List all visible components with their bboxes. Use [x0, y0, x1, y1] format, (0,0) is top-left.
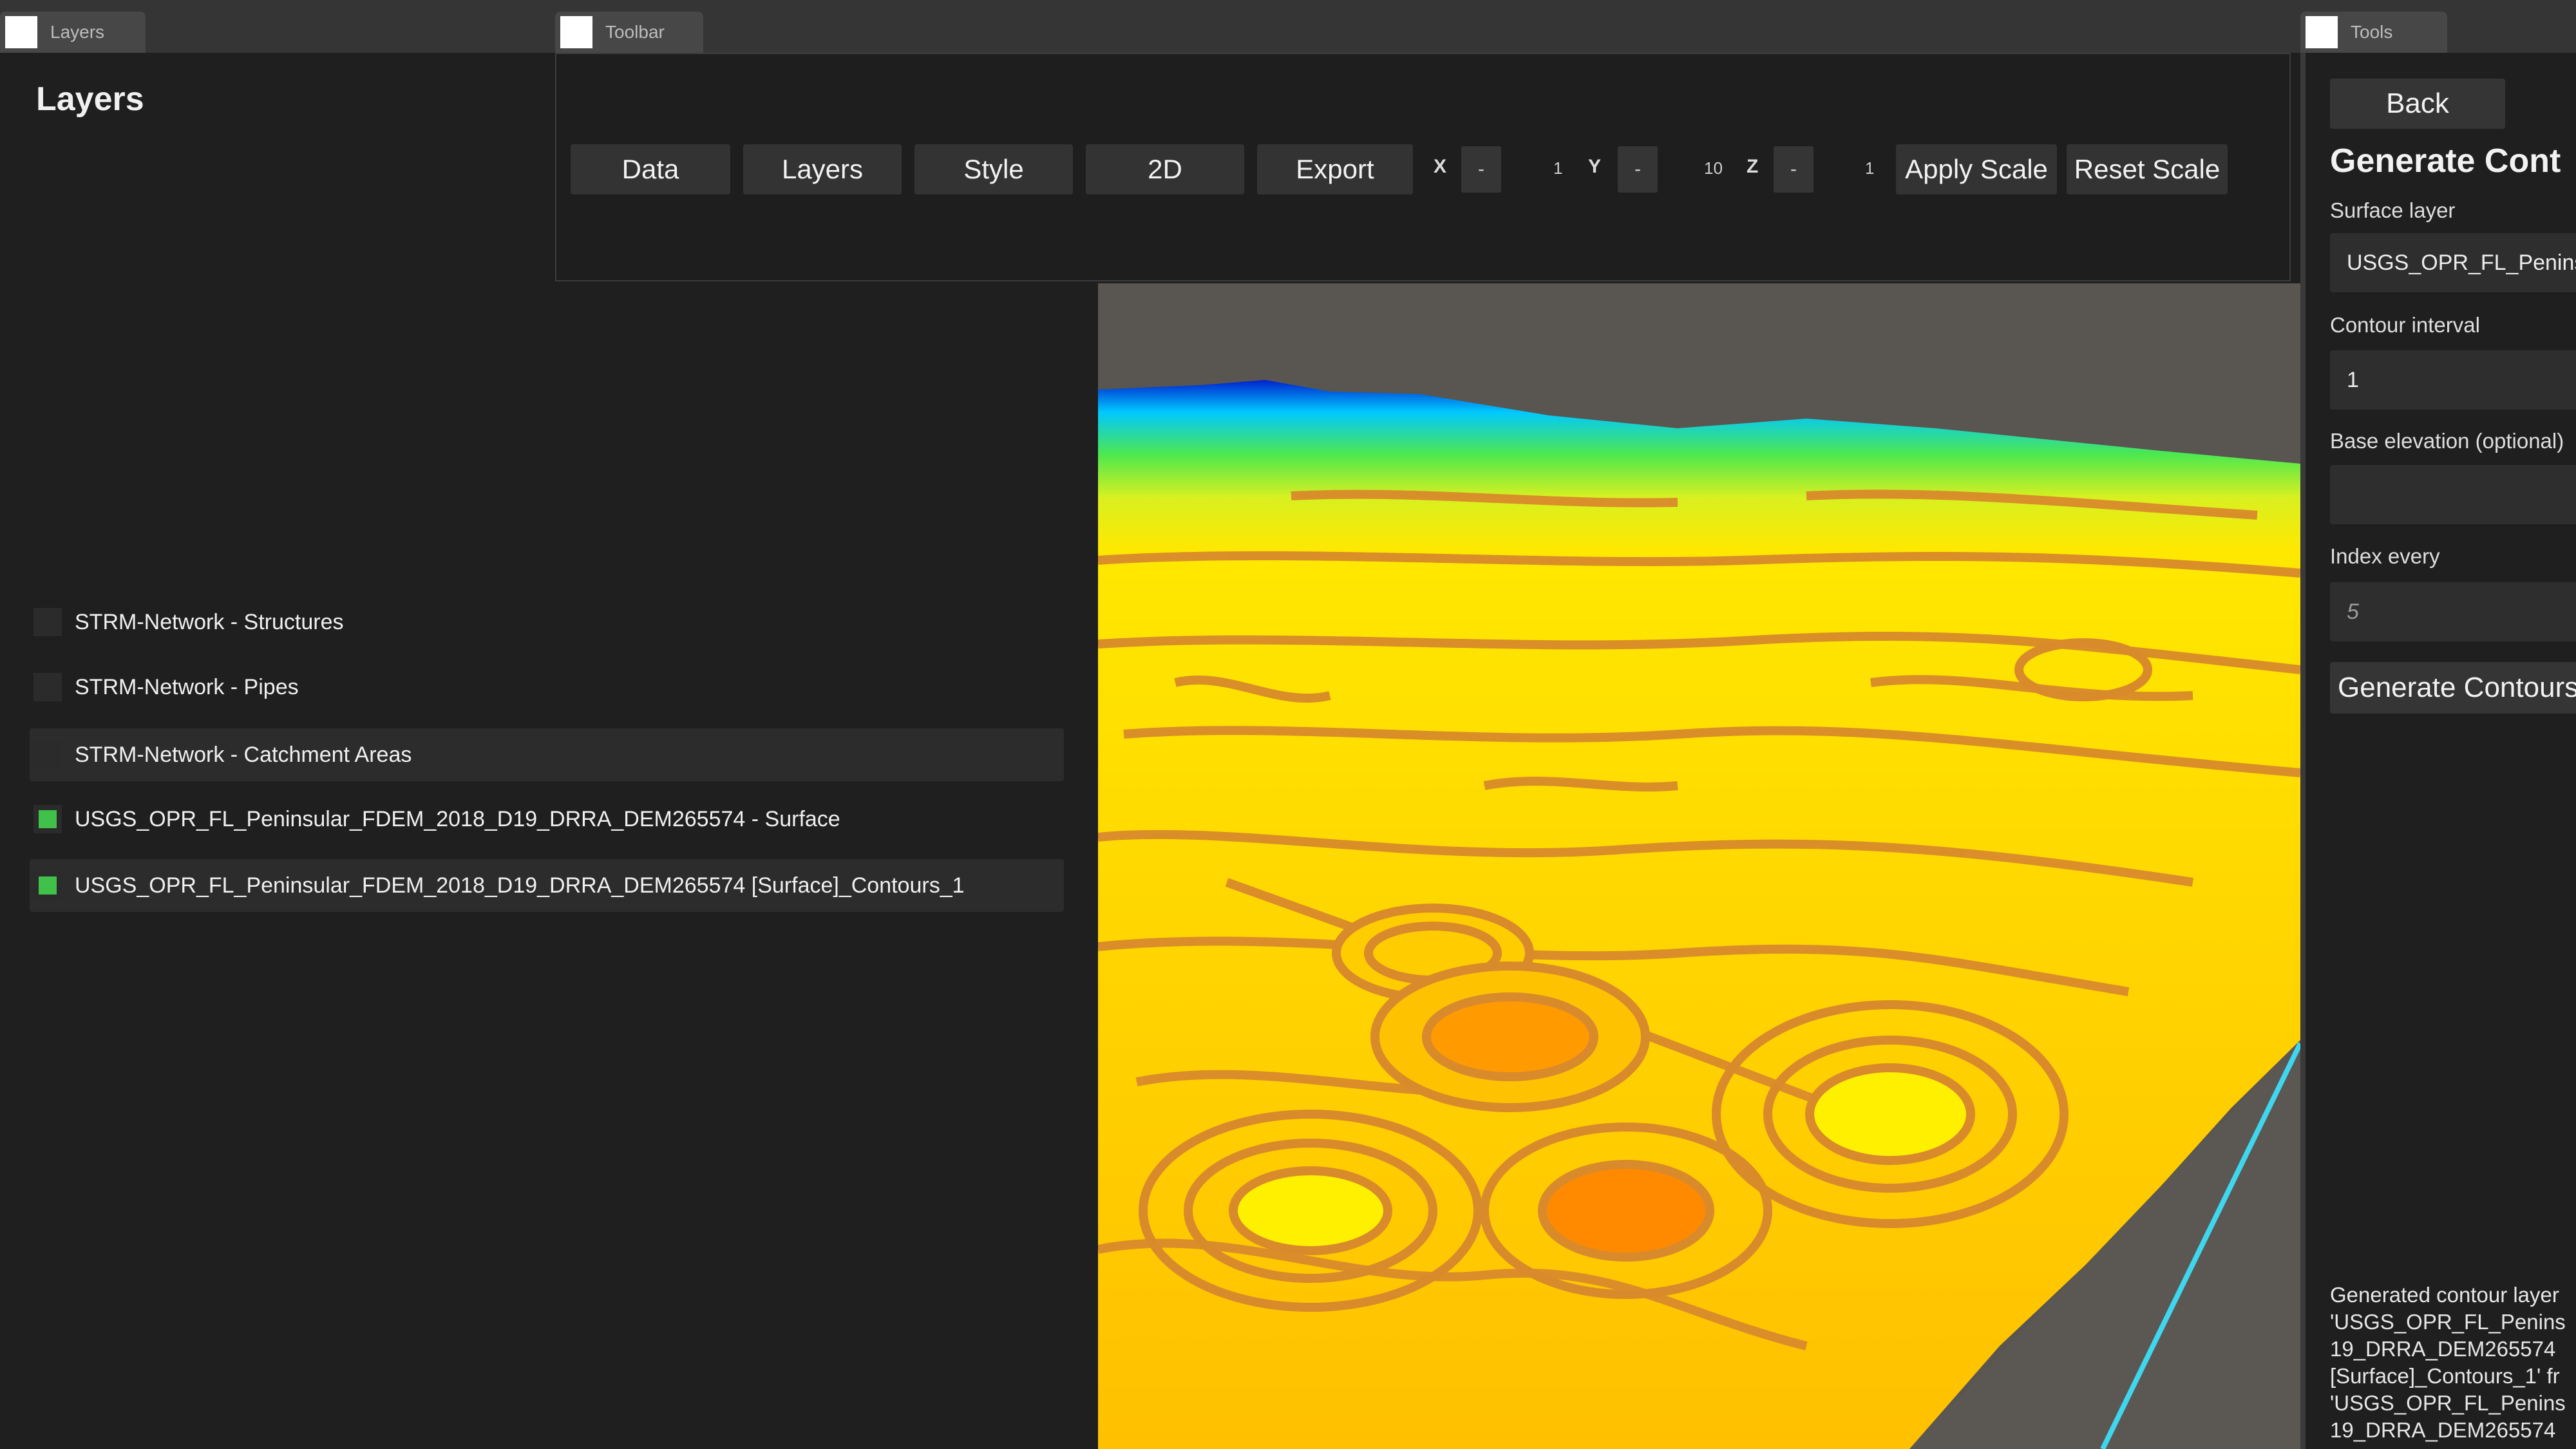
- base-elevation-input[interactable]: [2330, 465, 2576, 524]
- dock-tab-layers[interactable]: Layers: [0, 12, 146, 53]
- layer-item-structures[interactable]: STRM-Network - Structures: [30, 596, 1064, 649]
- reset-scale-button[interactable]: Reset Scale: [2067, 144, 2228, 194]
- layer-label: STRM-Network - Catchment Areas: [75, 742, 412, 767]
- layer-item-contours[interactable]: USGS_OPR_FL_Peninsular_FDEM_2018_D19_DRR…: [30, 859, 1064, 912]
- surface-layer-label: Surface layer: [2330, 198, 2456, 222]
- index-every-input[interactable]: 5: [2330, 582, 2576, 641]
- scale-z-stepper[interactable]: -: [1774, 146, 1814, 193]
- scale-z-value[interactable]: 1: [1865, 158, 1874, 178]
- dock-tab-icon: [2306, 16, 2338, 48]
- layer-visibility-checkbox[interactable]: [33, 741, 62, 769]
- view-2d-button[interactable]: 2D: [1086, 144, 1244, 194]
- layer-visibility-checkbox[interactable]: [33, 608, 62, 636]
- surface-layer-select[interactable]: USGS_OPR_FL_Peninsul: [2330, 233, 2576, 292]
- data-button[interactable]: Data: [571, 144, 730, 194]
- tools-panel: Back Generate Cont Surface layer USGS_OP…: [2300, 53, 2576, 1449]
- base-elevation-label: Base elevation (optional): [2330, 429, 2564, 453]
- layer-visibility-checkbox[interactable]: [33, 673, 62, 701]
- layers-button[interactable]: Layers: [743, 144, 902, 194]
- scale-z-label: Z: [1747, 156, 1759, 177]
- tools-panel-title: Generate Cont: [2330, 142, 2561, 180]
- dock-tab-icon: [560, 16, 592, 48]
- dock-tab-icon: [5, 16, 37, 48]
- toolbar-panel: Data Layers Style 2D Export X - 1 Y - 10…: [555, 53, 2291, 281]
- 3d-viewport[interactable]: [1098, 283, 2300, 1449]
- export-button[interactable]: Export: [1257, 144, 1413, 194]
- layer-label: USGS_OPR_FL_Peninsular_FDEM_2018_D19_DRR…: [75, 873, 965, 898]
- style-button[interactable]: Style: [914, 144, 1073, 194]
- layer-label: STRM-Network - Pipes: [75, 674, 299, 699]
- scale-y-label: Y: [1588, 156, 1602, 177]
- generate-contours-button[interactable]: Generate Contours: [2330, 662, 2576, 714]
- dock-tab-label: Layers: [50, 22, 105, 42]
- layer-item-surface[interactable]: USGS_OPR_FL_Peninsular_FDEM_2018_D19_DRR…: [30, 793, 1064, 846]
- terrain-render: [1098, 380, 2300, 1449]
- dock-tab-tools[interactable]: Tools: [2300, 12, 2447, 53]
- scale-x-stepper[interactable]: -: [1461, 146, 1501, 193]
- layers-panel-title: Layers: [36, 80, 144, 118]
- contour-interval-input[interactable]: 1: [2330, 350, 2576, 410]
- scale-x-label: X: [1434, 156, 1447, 177]
- scale-y-stepper[interactable]: -: [1618, 146, 1658, 193]
- layer-item-catchment-areas[interactable]: STRM-Network - Catchment Areas: [30, 728, 1064, 781]
- layer-item-pipes[interactable]: STRM-Network - Pipes: [30, 661, 1064, 714]
- dock-tab-label: Tools: [2351, 22, 2393, 42]
- dock-tab-strip: [0, 0, 2576, 53]
- dock-tab-toolbar[interactable]: Toolbar: [555, 12, 703, 53]
- scale-y-value[interactable]: 10: [1704, 158, 1723, 178]
- status-log: Generated contour layer 'USGS_OPR_FL_Pen…: [2330, 1283, 2566, 1442]
- contour-interval-label: Contour interval: [2330, 313, 2480, 337]
- back-button[interactable]: Back: [2330, 79, 2505, 129]
- index-every-label: Index every: [2330, 544, 2440, 568]
- layer-visibility-checkbox[interactable]: [33, 805, 62, 833]
- layer-visibility-checkbox[interactable]: [33, 871, 62, 900]
- scale-x-value[interactable]: 1: [1553, 158, 1562, 178]
- layer-label: STRM-Network - Structures: [75, 609, 344, 634]
- layer-label: USGS_OPR_FL_Peninsular_FDEM_2018_D19_DRR…: [75, 806, 840, 831]
- dock-tab-label: Toolbar: [605, 22, 665, 42]
- apply-scale-button[interactable]: Apply Scale: [1896, 144, 2057, 194]
